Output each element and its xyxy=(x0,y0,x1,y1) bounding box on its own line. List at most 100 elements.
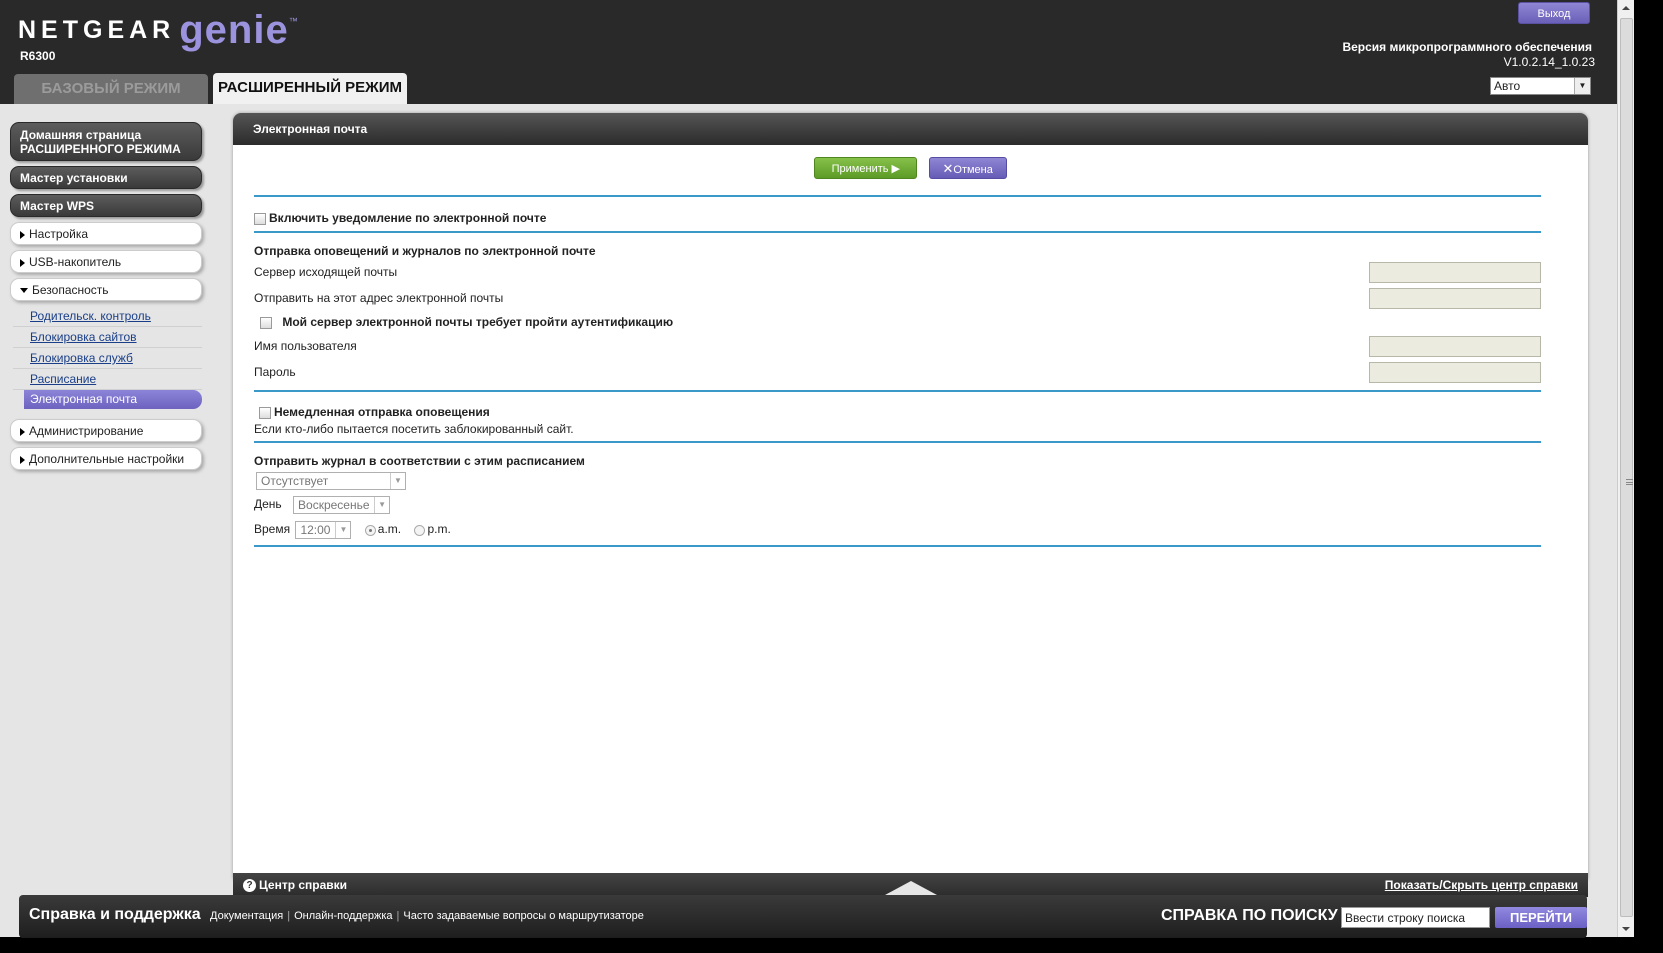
chevron-down-icon: ▼ xyxy=(390,473,405,489)
documentation-link[interactable]: Документация xyxy=(210,910,283,922)
security-submenu: Родительск. контроль Блокировка сайтов Б… xyxy=(13,306,202,409)
subnav-email[interactable]: Электронная почта xyxy=(24,390,202,409)
help-center-bar: ? Центр справки Показать/Скрыть центр спр… xyxy=(233,873,1588,897)
faq-link[interactable]: Часто задаваемые вопросы о маршрутизатор… xyxy=(403,910,644,922)
sidebar-item-security[interactable]: Безопасность xyxy=(10,278,202,301)
scroll-down-icon[interactable] xyxy=(1622,927,1630,931)
help-center-label: Центр справки xyxy=(259,878,348,892)
password-input[interactable] xyxy=(1369,362,1541,383)
cancel-label: Отмена xyxy=(953,164,993,176)
sidebar-item-wps-wizard[interactable]: Мастер WPS xyxy=(10,194,202,217)
am-radio[interactable] xyxy=(364,524,376,536)
grip-icon xyxy=(1626,479,1633,485)
auth-required-checkbox[interactable] xyxy=(260,316,272,329)
day-label: День xyxy=(254,497,282,512)
send-to-row: Отправить на этот адрес электронной почт… xyxy=(254,283,1541,309)
smtp-server-input[interactable] xyxy=(1369,262,1541,283)
time-select[interactable]: 12:00 ▼ xyxy=(295,521,352,539)
immediate-alert-checkbox[interactable] xyxy=(259,406,271,419)
language-value: Авто xyxy=(1494,79,1521,93)
expand-arrow-icon xyxy=(20,427,25,436)
email-form: Включить уведомление по электронной почт… xyxy=(254,195,1541,547)
subnav-block-sites[interactable]: Блокировка сайтов xyxy=(13,327,202,348)
am-label: a.m. xyxy=(377,522,402,537)
router-admin-app: NETGEAR genie™ R6300 БАЗОВЫЙ РЕЖИМ РАСШИР… xyxy=(0,0,1634,938)
expand-arrow-icon xyxy=(20,258,25,267)
search-go-button[interactable]: ПЕРЕЙТИ xyxy=(1495,907,1587,928)
collapse-arrow-icon xyxy=(20,288,28,294)
sidebar-item-setup[interactable]: Настройка xyxy=(10,222,202,245)
brand-product: genie xyxy=(179,8,289,52)
smtp-server-row: Сервер исходящей почты xyxy=(254,257,1541,283)
day-row: День Воскресенье ▼ xyxy=(254,492,1541,517)
day-value: Воскресенье xyxy=(298,498,370,512)
username-row: Имя пользователя xyxy=(254,333,1541,359)
search-help-title: СПРАВКА ПО ПОИСКУ xyxy=(1161,907,1338,924)
immediate-alert-label: Немедленная отправка оповещения xyxy=(274,405,490,419)
sidebar-item-advanced-home[interactable]: Домашняя страница РАСШИРЕННОГО РЕЖИМА xyxy=(10,122,202,161)
tab-advanced-mode[interactable]: РАСШИРЕННЫЙ РЕЖИМ xyxy=(213,73,407,104)
subnav-parental-control[interactable]: Родительск. контроль xyxy=(13,306,202,327)
time-value: 12:00 xyxy=(300,523,331,537)
immediate-row: Немедленная отправка оповещения xyxy=(254,392,1541,422)
link-separator: | xyxy=(396,910,400,922)
expand-up-icon[interactable] xyxy=(885,881,937,895)
enable-notify-checkbox[interactable] xyxy=(254,212,266,225)
enable-notify-row: Включить уведомление по электронной почт… xyxy=(254,197,1541,231)
send-section-title: Отправка оповещений и журналов по электр… xyxy=(254,244,596,258)
page-scrollbar[interactable] xyxy=(1617,0,1634,937)
username-input[interactable] xyxy=(1369,336,1541,357)
divider xyxy=(254,545,1541,547)
schedule-select[interactable]: Отсутствует ▼ xyxy=(256,472,406,490)
sidebar-item-advanced-settings[interactable]: Дополнительные настройки xyxy=(10,447,202,470)
panel-title: Электронная почта xyxy=(233,113,1588,145)
online-support-link[interactable]: Онлайн-поддержка xyxy=(294,910,392,922)
sidebar-item-administration[interactable]: Администрирование xyxy=(10,419,202,442)
support-links: Документация | Онлайн-поддержка | Часто зада… xyxy=(210,910,644,922)
apply-button[interactable]: Применить ▶ xyxy=(814,157,918,179)
schedule-title: Отправить журнал в соответствии с этим р… xyxy=(254,454,585,468)
sidebar-item-usb-storage[interactable]: USB-накопитель xyxy=(10,250,202,273)
sidebar-item-setup-wizard[interactable]: Мастер установки xyxy=(10,166,202,189)
auth-row: Мой сервер электронной почты требует про… xyxy=(254,309,1541,333)
scroll-up-icon[interactable] xyxy=(1622,6,1630,10)
firmware-label: Версия микропрограммного обеспечения xyxy=(1342,40,1592,54)
chevron-down-icon: ▼ xyxy=(374,497,389,513)
pm-radio[interactable] xyxy=(414,524,426,536)
send-to-email-input[interactable] xyxy=(1369,288,1541,309)
day-select[interactable]: Воскресенье ▼ xyxy=(293,496,391,514)
subnav-schedule[interactable]: Расписание xyxy=(13,369,202,390)
password-row: Пароль xyxy=(254,359,1541,390)
language-select[interactable]: Авто ▼ xyxy=(1490,77,1591,95)
router-model: R6300 xyxy=(20,49,56,63)
toggle-help-link[interactable]: Показать/Скрыть центр справки xyxy=(1385,873,1578,897)
action-buttons: Применить ▶ ✕Отмена xyxy=(233,157,1588,179)
schedule-value: Отсутствует xyxy=(261,474,329,488)
netgear-genie-logo: NETGEAR genie™ xyxy=(18,8,298,52)
search-input[interactable] xyxy=(1341,907,1490,928)
support-title: Справка и поддержка xyxy=(29,906,201,923)
time-row: Время 12:00 ▼ a.m. p.m. xyxy=(254,517,1541,545)
cancel-button[interactable]: ✕Отмена xyxy=(928,157,1007,179)
tab-basic-mode[interactable]: БАЗОВЫЙ РЕЖИМ xyxy=(14,74,208,104)
subnav-block-services[interactable]: Блокировка служб xyxy=(13,348,202,369)
sidebar-nav: Домашняя страница РАСШИРЕННОГО РЕЖИМА Ма… xyxy=(10,122,202,475)
sidebar-item-label: Настройка xyxy=(29,227,89,241)
brand-tm: ™ xyxy=(288,16,298,26)
header: NETGEAR genie™ R6300 БАЗОВЫЙ РЕЖИМ РАСШИР… xyxy=(0,0,1617,104)
immediate-description: Если кто-либо пытается посетить заблокир… xyxy=(254,422,574,436)
expand-arrow-icon xyxy=(20,230,25,239)
smtp-server-label: Сервер исходящей почты xyxy=(254,265,398,279)
time-label: Время xyxy=(254,522,291,537)
sidebar-item-label: Безопасность xyxy=(32,283,109,297)
expand-arrow-icon xyxy=(20,455,25,464)
help-center-button[interactable]: ? Центр справки xyxy=(243,873,347,897)
logout-button[interactable]: Выход xyxy=(1518,2,1590,24)
firmware-version: V1.0.2.14_1.0.23 xyxy=(1503,55,1595,69)
link-separator: | xyxy=(287,910,291,922)
auth-required-label: Мой сервер электронной почты требует про… xyxy=(282,315,674,329)
scroll-thumb[interactable] xyxy=(1620,18,1633,917)
send-to-label: Отправить на этот адрес электронной почт… xyxy=(254,291,504,305)
help-icon: ? xyxy=(243,879,256,893)
schedule-row: Отсутствует ▼ xyxy=(254,466,1541,492)
